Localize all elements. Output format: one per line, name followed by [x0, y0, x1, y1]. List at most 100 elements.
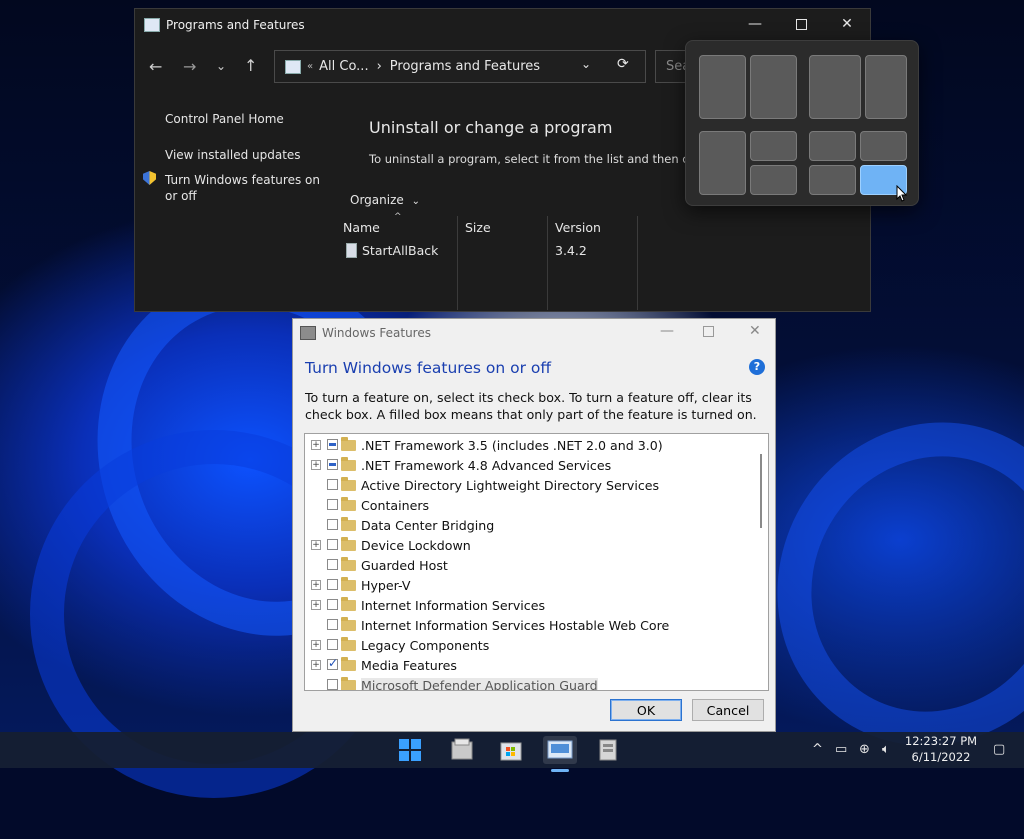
recent-locations-button[interactable]: ⌄ — [216, 59, 226, 73]
folder-icon — [341, 457, 356, 471]
taskbar-windows-features[interactable] — [594, 736, 622, 764]
snap-zone[interactable] — [699, 55, 746, 119]
feature-item[interactable]: Guarded Host — [305, 555, 754, 575]
ok-button[interactable]: OK — [610, 699, 682, 721]
snap-zone[interactable] — [809, 131, 856, 161]
snap-zone[interactable] — [750, 165, 797, 195]
feature-item[interactable]: + Device Lockdown — [305, 535, 754, 555]
feature-checkbox[interactable] — [327, 679, 338, 690]
taskbar-control-panel[interactable] — [543, 736, 577, 772]
address-dropdown-button[interactable]: ⌄ — [581, 57, 591, 71]
folder-icon — [341, 537, 356, 551]
close-button[interactable]: ✕ — [749, 323, 761, 339]
feature-item[interactable]: + Legacy Components — [305, 635, 754, 655]
folder-icon — [341, 497, 356, 511]
snap-zone[interactable] — [699, 131, 746, 195]
feature-checkbox[interactable] — [327, 539, 338, 550]
feature-item[interactable]: + Hyper-V — [305, 575, 754, 595]
network-icon[interactable]: ⊕ — [859, 742, 870, 757]
snap-zone[interactable] — [750, 55, 797, 119]
snap-zone[interactable] — [865, 55, 907, 119]
feature-checkbox[interactable] — [327, 499, 338, 510]
control-panel-icon — [547, 740, 573, 759]
expand-icon[interactable]: + — [311, 580, 321, 590]
column-header-size[interactable]: Size — [458, 216, 548, 240]
forward-button[interactable]: → — [183, 57, 196, 76]
feature-checkbox[interactable] — [327, 479, 338, 490]
breadcrumb-programs-and-features[interactable]: Programs and Features — [390, 59, 540, 74]
refresh-button[interactable]: ⟳ — [617, 56, 629, 72]
feature-item[interactable]: Microsoft Defender Application Guard — [305, 675, 754, 690]
column-header-version[interactable]: Version — [548, 216, 638, 240]
feature-checkbox[interactable] — [327, 439, 338, 450]
folder-icon — [341, 557, 356, 571]
taskbar-clock[interactable]: 12:23:27 PM 6/11/2022 — [900, 733, 982, 765]
maximize-icon — [795, 18, 807, 30]
feature-label: .NET Framework 4.8 Advanced Services — [361, 457, 612, 473]
battery-icon[interactable]: ▭ — [835, 742, 847, 757]
feature-item[interactable]: Active Directory Lightweight Directory S… — [305, 475, 754, 495]
help-button[interactable]: ? — [749, 359, 765, 375]
snap-zone[interactable] — [860, 131, 907, 161]
feature-item[interactable]: + Media Features — [305, 655, 754, 675]
feature-item[interactable]: + .NET Framework 4.8 Advanced Services — [305, 455, 754, 475]
taskbar-file-explorer[interactable] — [448, 736, 476, 764]
scrollbar-thumb[interactable] — [760, 454, 762, 528]
breadcrumb-all-control-panel[interactable]: All Co... — [319, 59, 368, 74]
maximize-button[interactable] — [778, 9, 824, 39]
control-panel-home-link[interactable]: Control Panel Home — [165, 112, 284, 126]
feature-item[interactable]: Internet Information Services Hostable W… — [305, 615, 754, 635]
feature-label: Active Directory Lightweight Directory S… — [361, 477, 660, 493]
dialog-description: To turn a feature on, select its check b… — [305, 390, 757, 422]
start-button[interactable] — [396, 736, 424, 764]
show-hidden-icons-button[interactable]: ^ — [812, 742, 823, 757]
up-button[interactable]: ↑ — [244, 56, 257, 75]
maximize-button[interactable] — [703, 325, 714, 341]
back-button[interactable]: ← — [149, 57, 162, 76]
shield-icon — [143, 171, 156, 185]
minimize-button[interactable]: — — [732, 9, 778, 39]
notification-icon: ▢ — [993, 742, 1006, 757]
address-bar[interactable]: « All Co... › Programs and Features ⌄ ⟳ — [274, 50, 646, 83]
expand-icon[interactable]: + — [311, 660, 321, 670]
feature-checkbox[interactable] — [327, 619, 338, 630]
expand-icon[interactable]: + — [311, 440, 321, 450]
turn-windows-features-link[interactable]: Turn Windows features on or off — [165, 172, 325, 204]
feature-checkbox[interactable] — [327, 599, 338, 610]
notifications-button[interactable]: ▢ — [993, 742, 1005, 757]
feature-checkbox[interactable] — [327, 459, 338, 470]
feature-item[interactable]: Data Center Bridging — [305, 515, 754, 535]
feature-checkbox[interactable] — [327, 559, 338, 570]
expand-icon[interactable]: + — [311, 640, 321, 650]
feature-item[interactable]: + .NET Framework 3.5 (includes .NET 2.0 a… — [305, 435, 754, 455]
minimize-button[interactable]: — — [660, 323, 674, 339]
column-header-name[interactable]: Name — [336, 216, 458, 240]
snap-zone[interactable] — [809, 165, 856, 195]
feature-checkbox[interactable] — [327, 639, 338, 650]
expand-icon[interactable]: + — [311, 460, 321, 470]
chevron-down-icon: ⌄ — [411, 196, 420, 207]
feature-checkbox[interactable] — [327, 579, 338, 590]
taskbar-microsoft-store[interactable] — [497, 736, 525, 764]
organize-button[interactable]: Organize ⌄ — [350, 193, 420, 207]
close-icon: ✕ — [749, 323, 761, 339]
feature-checkbox[interactable] — [327, 656, 338, 670]
close-button[interactable]: ✕ — [824, 9, 870, 39]
scrollbar[interactable] — [754, 434, 768, 690]
features-tree[interactable]: + .NET Framework 3.5 (includes .NET 2.0 a… — [304, 433, 769, 691]
volume-icon[interactable]: 🔈︎ — [882, 742, 890, 757]
view-installed-updates-link[interactable]: View installed updates — [165, 148, 301, 162]
expand-icon[interactable]: + — [311, 540, 321, 550]
control-panel-icon — [144, 18, 160, 32]
feature-item[interactable]: Containers — [305, 495, 754, 515]
window-title: Programs and Features — [166, 18, 305, 32]
cancel-button[interactable]: Cancel — [692, 699, 764, 721]
snap-zone[interactable] — [750, 131, 797, 161]
feature-label: Containers — [361, 497, 430, 513]
feature-checkbox[interactable] — [327, 519, 338, 530]
feature-item[interactable]: + Internet Information Services — [305, 595, 754, 615]
expand-icon[interactable]: + — [311, 600, 321, 610]
feature-label: Guarded Host — [361, 557, 448, 573]
snap-zone[interactable] — [809, 55, 861, 119]
windows-features-icon — [300, 326, 316, 340]
